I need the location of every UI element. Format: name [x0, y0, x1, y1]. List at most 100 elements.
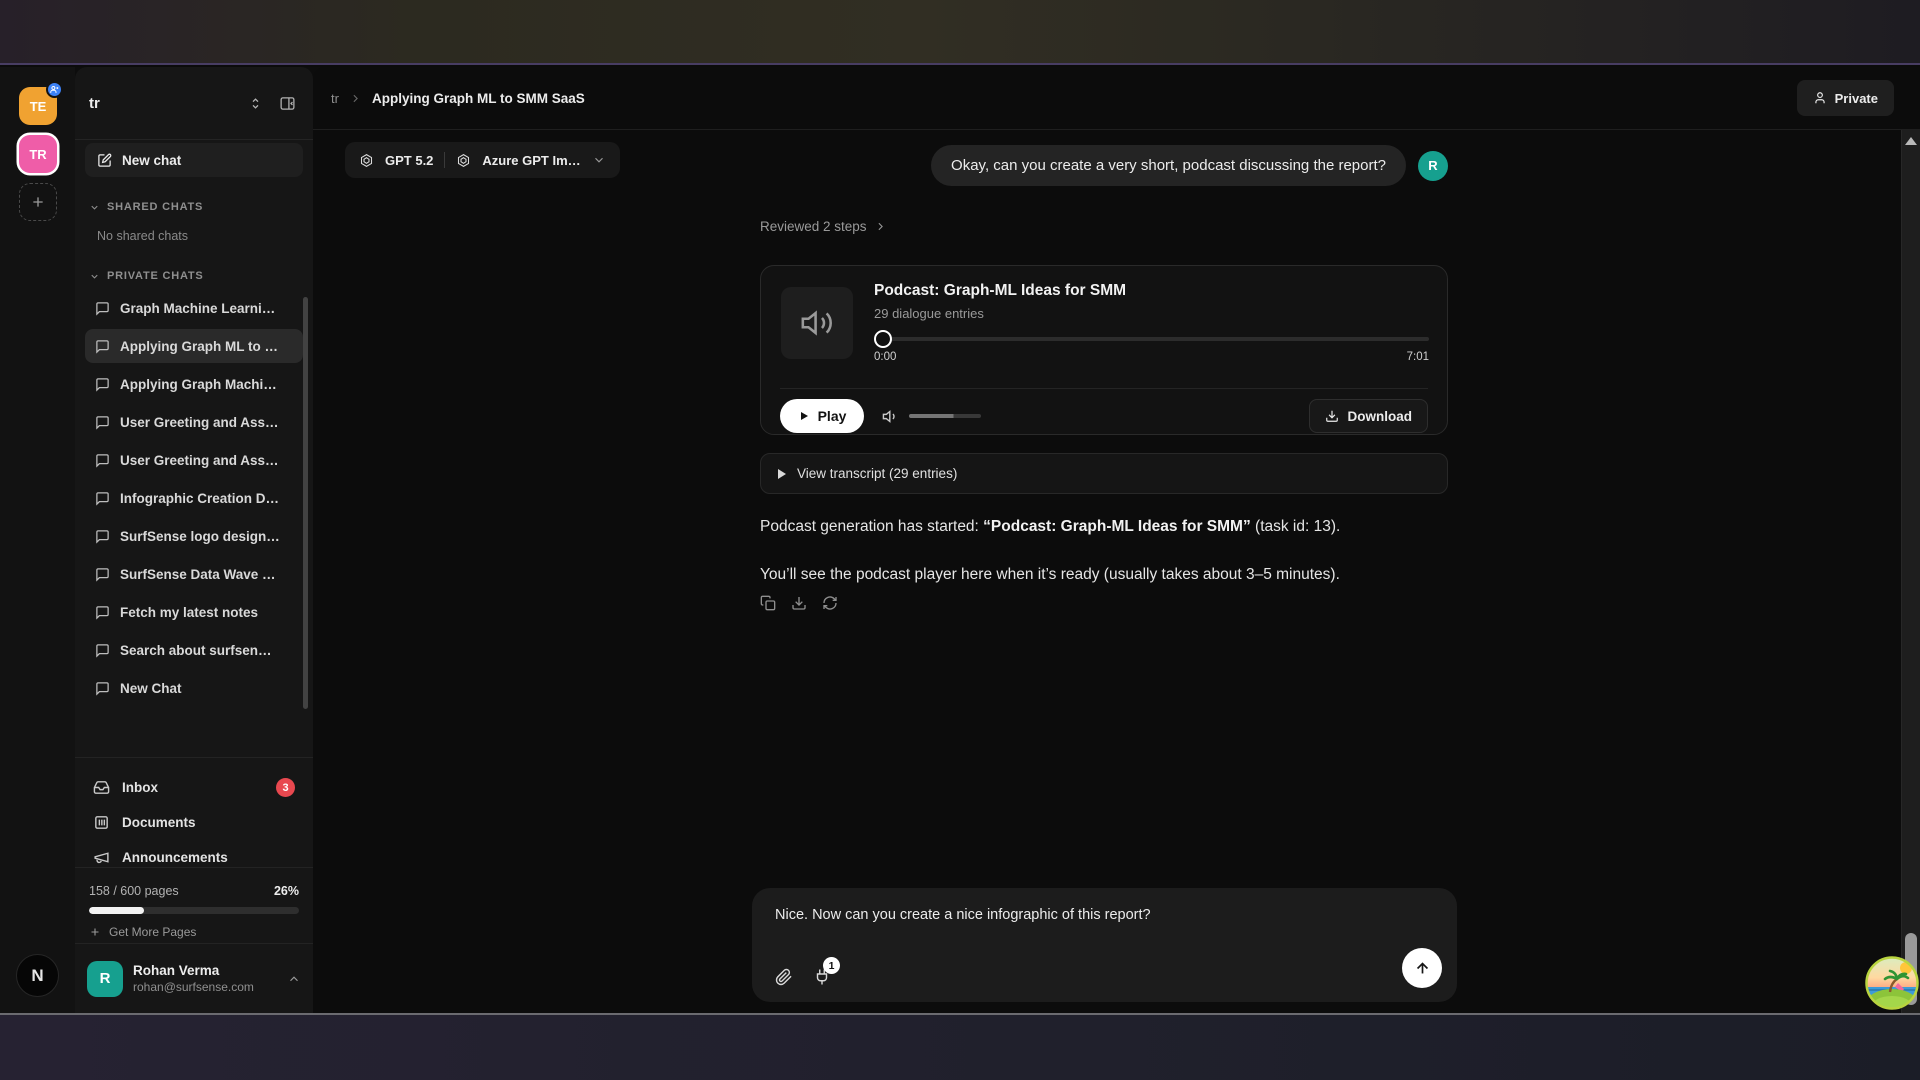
assistant-message-1: Podcast generation has started: “Podcast… — [760, 515, 1448, 539]
speaker-icon — [800, 306, 834, 340]
message-input[interactable]: Nice. Now can you create a nice infograp… — [775, 907, 1387, 923]
chat-list-item[interactable]: Applying Graph Machi… — [85, 367, 303, 401]
breadcrumb-workspace[interactable]: tr — [331, 91, 339, 106]
workspace-initials: TR — [29, 147, 46, 162]
private-chats-label: PRIVATE CHATS — [107, 270, 204, 282]
wallpaper-top — [0, 0, 1920, 65]
nav-label: Documents — [122, 815, 196, 830]
new-chat-button[interactable]: New chat — [85, 143, 303, 177]
chat-bubble-icon — [95, 453, 110, 468]
n-logo-letter: N — [31, 966, 43, 986]
chat-item-label: Search about surfsen… — [120, 643, 272, 658]
volume-slider[interactable] — [909, 414, 981, 418]
model-selector[interactable]: GPT 5.2 Azure GPT Im… — [345, 142, 620, 178]
connectors-count-badge: 1 — [823, 957, 840, 974]
chevron-down-icon — [89, 271, 100, 282]
add-workspace-button[interactable] — [19, 183, 57, 221]
regenerate-button[interactable] — [822, 595, 838, 611]
podcast-player-card: Podcast: Graph-ML Ideas for SMM 29 dialo… — [760, 265, 1448, 435]
chat-item-label: Applying Graph ML to … — [120, 339, 278, 354]
workspace-name: tr — [89, 95, 235, 112]
collapse-sidebar-button[interactable] — [275, 91, 299, 115]
assistant-message-2: You’ll see the podcast player here when … — [760, 563, 1448, 587]
message-composer[interactable]: Nice. Now can you create a nice infograp… — [752, 888, 1457, 1002]
pages-progress-bar — [89, 907, 299, 914]
chat-list-item[interactable]: SurfSense logo design… — [85, 519, 303, 553]
chat-list-item[interactable]: User Greeting and Ass… — [85, 405, 303, 439]
chat-list-item[interactable]: Fetch my latest notes — [85, 595, 303, 629]
seek-track — [882, 337, 1429, 341]
usage-section: 158 / 600 pages 26% Get More Pages — [75, 867, 313, 939]
attach-file-button[interactable] — [775, 968, 793, 986]
sidebar-item-documents[interactable]: Documents — [85, 805, 303, 840]
chat-list-item[interactable]: Graph Machine Learni… — [85, 291, 303, 325]
user-name: Rohan Verma — [133, 963, 277, 978]
chat-list-item[interactable]: User Greeting and Ass… — [85, 443, 303, 477]
download-icon — [1325, 409, 1339, 423]
chat-item-label: User Greeting and Ass… — [120, 415, 279, 430]
card-divider — [780, 388, 1428, 389]
get-more-pages-button[interactable]: Get More Pages — [89, 925, 196, 939]
current-time: 0:00 — [874, 351, 896, 363]
chat-bubble-icon — [95, 301, 110, 316]
view-transcript-expander[interactable]: View transcript (29 entries) — [760, 453, 1448, 494]
play-button[interactable]: Play — [780, 399, 864, 433]
sidebar-item-inbox[interactable]: Inbox 3 — [85, 770, 303, 805]
chat-item-label: Graph Machine Learni… — [120, 301, 275, 316]
chat-item-label: Applying Graph Machi… — [120, 377, 277, 392]
user-menu[interactable]: R Rohan Verma rohan@surfsense.com — [75, 943, 313, 1013]
chevron-right-icon — [874, 220, 887, 233]
send-button[interactable] — [1402, 948, 1442, 988]
private-chats-section-header[interactable]: PRIVATE CHATS — [89, 270, 204, 282]
breadcrumb-title: Applying Graph ML to SMM SaaS — [372, 91, 585, 106]
main-scrollbar[interactable] — [1901, 130, 1920, 1013]
chat-bubble-icon — [95, 491, 110, 506]
megaphone-icon — [93, 849, 110, 866]
download-message-button[interactable] — [791, 595, 807, 611]
shared-chats-label: SHARED CHATS — [107, 201, 203, 213]
sidebar-scrollbar-thumb[interactable] — [303, 297, 308, 709]
chat-list-item[interactable]: Applying Graph ML to … — [85, 329, 303, 363]
copy-button[interactable] — [760, 595, 776, 611]
podcast-thumbnail — [781, 287, 853, 359]
chat-list-item[interactable]: SurfSense Data Wave … — [85, 557, 303, 591]
total-time: 7:01 — [1407, 351, 1429, 363]
pages-usage-text: 158 / 600 pages — [89, 884, 179, 898]
play-label: Play — [818, 408, 847, 424]
download-button[interactable]: Download — [1309, 399, 1429, 433]
message-actions — [760, 595, 838, 611]
podcast-seek-slider[interactable] — [874, 330, 1429, 348]
chat-item-label: New Chat — [120, 681, 182, 696]
chat-list-item[interactable]: New Chat — [85, 671, 303, 705]
seek-knob[interactable] — [874, 330, 892, 348]
chat-list-item[interactable]: Infographic Creation D… — [85, 481, 303, 515]
private-chat-list: Graph Machine Learni… Applying Graph ML … — [85, 291, 303, 709]
chat-bubble-icon — [95, 529, 110, 544]
chat-bubble-icon — [95, 567, 110, 582]
openai-logo-icon — [456, 153, 471, 168]
private-visibility-button[interactable]: Private — [1797, 80, 1894, 116]
chat-item-label: SurfSense Data Wave … — [120, 567, 276, 582]
secondary-model-label: Azure GPT Im… — [482, 153, 580, 168]
n-logo[interactable]: N — [16, 954, 59, 997]
tropical-island-sticker[interactable] — [1865, 956, 1919, 1010]
shared-chats-section-header[interactable]: SHARED CHATS — [89, 201, 203, 213]
scroll-up-arrow[interactable] — [1905, 137, 1917, 145]
view-transcript-label: View transcript (29 entries) — [797, 466, 957, 481]
user-icon — [1813, 91, 1827, 105]
edit-icon — [97, 153, 112, 168]
workspace-initials: TE — [30, 99, 47, 114]
chat-list-item[interactable]: Search about surfsen… — [85, 633, 303, 667]
app-window: TE TR N tr — [0, 67, 1920, 1013]
reviewed-steps-label: Reviewed 2 steps — [760, 219, 867, 234]
workspace-avatar-te[interactable]: TE — [19, 87, 57, 125]
chip-divider — [444, 152, 445, 168]
volume-icon[interactable] — [882, 408, 899, 425]
podcast-subtitle: 29 dialogue entries — [874, 306, 1429, 321]
workspace-switcher-button[interactable] — [243, 91, 267, 115]
connectors-button[interactable]: 1 — [813, 968, 831, 986]
reviewed-steps-toggle[interactable]: Reviewed 2 steps — [760, 219, 887, 234]
chat-bubble-icon — [95, 377, 110, 392]
chat-bubble-icon — [95, 643, 110, 658]
workspace-avatar-tr[interactable]: TR — [19, 135, 57, 173]
